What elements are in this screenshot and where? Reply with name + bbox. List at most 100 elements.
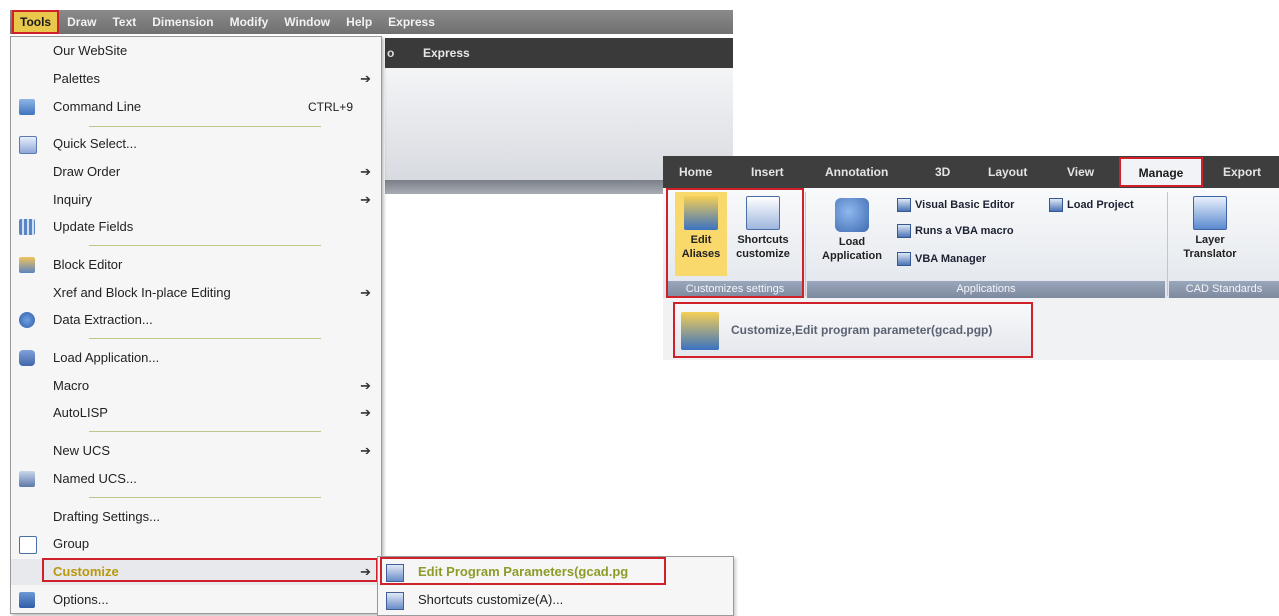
run-vba-macro-button[interactable]: Runs a VBA macro bbox=[897, 222, 1014, 240]
menu-item-our-website[interactable]: Our WebSite bbox=[11, 38, 381, 64]
highlight-frame bbox=[666, 188, 804, 298]
button-label: Load Project bbox=[1067, 199, 1134, 211]
load-project-button[interactable]: Load Project bbox=[1049, 196, 1134, 214]
background-toolbar: o Express bbox=[385, 38, 733, 68]
tab-insert[interactable]: Insert bbox=[751, 156, 784, 188]
menu-item-label: Block Editor bbox=[53, 257, 123, 272]
button-label: Runs a VBA macro bbox=[915, 225, 1014, 237]
menu-item-label: Drafting Settings... bbox=[53, 509, 160, 524]
menu-item-label: Update Fields bbox=[53, 219, 134, 234]
menu-item-load-application[interactable]: Load Application... bbox=[11, 345, 381, 371]
update-fields-icon bbox=[19, 219, 35, 235]
highlight-frame bbox=[380, 557, 666, 585]
menu-separator bbox=[89, 431, 321, 432]
menu-item-label: Our WebSite bbox=[53, 43, 128, 58]
edit-program-parameter-tooltip[interactable]: Customize,Edit program parameter(gcad.pg… bbox=[673, 302, 1033, 358]
menu-item-label: New UCS bbox=[53, 443, 111, 458]
block-editor-icon bbox=[19, 257, 35, 273]
menu-item-label: Quick Select... bbox=[53, 136, 137, 151]
menu-item-xref-block-editing[interactable]: Xref and Block In-place Editing ➔ bbox=[11, 280, 381, 306]
menu-tools[interactable]: Tools bbox=[12, 10, 60, 34]
menu-window[interactable]: Window bbox=[276, 10, 338, 34]
group-divider bbox=[805, 192, 806, 296]
tab-annotation[interactable]: Annotation bbox=[825, 156, 888, 188]
menu-item-new-ucs[interactable]: New UCS ➔ bbox=[11, 438, 381, 464]
tools-dropdown-menu: Our WebSite Palettes ➔ Command Line CTRL… bbox=[10, 36, 382, 614]
menu-separator bbox=[89, 245, 321, 246]
menu-item-inquiry[interactable]: Inquiry ➔ bbox=[11, 187, 381, 213]
menu-item-block-editor[interactable]: Block Editor bbox=[11, 252, 381, 278]
vba-manager-icon bbox=[897, 252, 911, 267]
menu-help[interactable]: Help bbox=[338, 10, 380, 34]
tab-layout[interactable]: Layout bbox=[988, 156, 1027, 188]
menu-item-quick-select[interactable]: Quick Select... bbox=[11, 131, 381, 157]
tooltip-label: Customize,Edit program parameter(gcad.pg… bbox=[731, 323, 993, 337]
tab-export[interactable]: Export bbox=[1223, 156, 1261, 188]
quick-select-icon bbox=[19, 136, 37, 154]
submenu-item-shortcuts-customize[interactable]: Shortcuts customize(A)... bbox=[378, 586, 733, 614]
group-icon bbox=[19, 536, 37, 554]
button-label: Translator bbox=[1183, 248, 1237, 260]
menu-express[interactable]: Express bbox=[380, 10, 443, 34]
background-strip bbox=[385, 180, 663, 194]
menu-draw[interactable]: Draw bbox=[59, 10, 104, 34]
toolbar-express[interactable]: Express bbox=[423, 38, 470, 68]
menu-item-named-ucs[interactable]: Named UCS... bbox=[11, 466, 381, 492]
vba-editor-icon bbox=[897, 198, 911, 213]
menu-item-macro[interactable]: Macro ➔ bbox=[11, 373, 381, 399]
pgp-icon bbox=[681, 312, 719, 350]
load-application-button[interactable]: Load Application bbox=[813, 194, 891, 278]
ribbon-tab-bar: Home Insert Annotation 3D Layout View Ma… bbox=[663, 156, 1279, 188]
shortcuts-customize-icon bbox=[386, 592, 404, 610]
tab-home[interactable]: Home bbox=[679, 156, 712, 188]
submenu-arrow-icon: ➔ bbox=[360, 164, 371, 179]
menu-item-data-extraction[interactable]: Data Extraction... bbox=[11, 307, 381, 333]
menu-item-command-line[interactable]: Command Line CTRL+9 bbox=[11, 94, 381, 120]
tab-3d[interactable]: 3D bbox=[935, 156, 950, 188]
command-line-icon bbox=[19, 99, 35, 115]
submenu-arrow-icon: ➔ bbox=[360, 71, 371, 86]
menu-item-drafting-settings[interactable]: Drafting Settings... bbox=[11, 504, 381, 530]
menu-item-label: Palettes bbox=[53, 71, 100, 86]
submenu-item-label: Shortcuts customize(A)... bbox=[418, 592, 564, 607]
submenu-arrow-icon: ➔ bbox=[360, 285, 371, 300]
vba-macro-icon bbox=[897, 224, 911, 239]
highlight-frame bbox=[42, 558, 378, 582]
menu-dimension[interactable]: Dimension bbox=[144, 10, 221, 34]
menu-item-label: Draw Order bbox=[53, 164, 121, 179]
menu-item-palettes[interactable]: Palettes ➔ bbox=[11, 66, 381, 92]
button-label: Load bbox=[838, 236, 866, 248]
options-icon bbox=[19, 592, 35, 608]
group-label-applications: Applications bbox=[807, 281, 1165, 298]
menu-modify[interactable]: Modify bbox=[222, 10, 277, 34]
menu-item-label: Named UCS... bbox=[53, 471, 137, 486]
group-label-cad-standards: CAD Standards bbox=[1169, 281, 1279, 298]
menu-separator bbox=[89, 338, 321, 339]
menu-item-label: Command Line bbox=[53, 99, 142, 114]
visual-basic-editor-button[interactable]: Visual Basic Editor bbox=[897, 196, 1014, 214]
layer-translator-icon bbox=[1193, 196, 1227, 230]
toolbar-fragment: o bbox=[387, 46, 395, 60]
menu-item-options[interactable]: Options... bbox=[11, 587, 381, 613]
menu-item-label: Data Extraction... bbox=[53, 312, 153, 327]
vba-manager-button[interactable]: VBA Manager bbox=[897, 250, 986, 268]
menu-item-update-fields[interactable]: Update Fields bbox=[11, 214, 381, 240]
menu-text[interactable]: Text bbox=[104, 10, 144, 34]
menu-item-label: AutoLISP bbox=[53, 405, 108, 420]
menu-item-label: Group bbox=[53, 536, 90, 551]
button-label: Application bbox=[822, 250, 882, 262]
menu-item-label: Inquiry bbox=[53, 192, 93, 207]
submenu-arrow-icon: ➔ bbox=[360, 443, 371, 458]
submenu-arrow-icon: ➔ bbox=[360, 378, 371, 393]
tab-manage[interactable]: Manage bbox=[1119, 157, 1203, 187]
menu-item-group[interactable]: Group bbox=[11, 531, 381, 557]
menu-separator bbox=[89, 126, 321, 127]
data-extraction-icon bbox=[19, 312, 35, 328]
menu-item-draw-order[interactable]: Draw Order ➔ bbox=[11, 159, 381, 185]
tab-view[interactable]: View bbox=[1067, 156, 1094, 188]
menu-item-autolisp[interactable]: AutoLISP ➔ bbox=[11, 400, 381, 426]
load-project-icon bbox=[1049, 198, 1063, 213]
menu-item-label: Xref and Block In-place Editing bbox=[53, 285, 231, 300]
layer-translator-button[interactable]: Layer Translator bbox=[1175, 192, 1245, 276]
menu-item-label: Load Application... bbox=[53, 350, 160, 365]
